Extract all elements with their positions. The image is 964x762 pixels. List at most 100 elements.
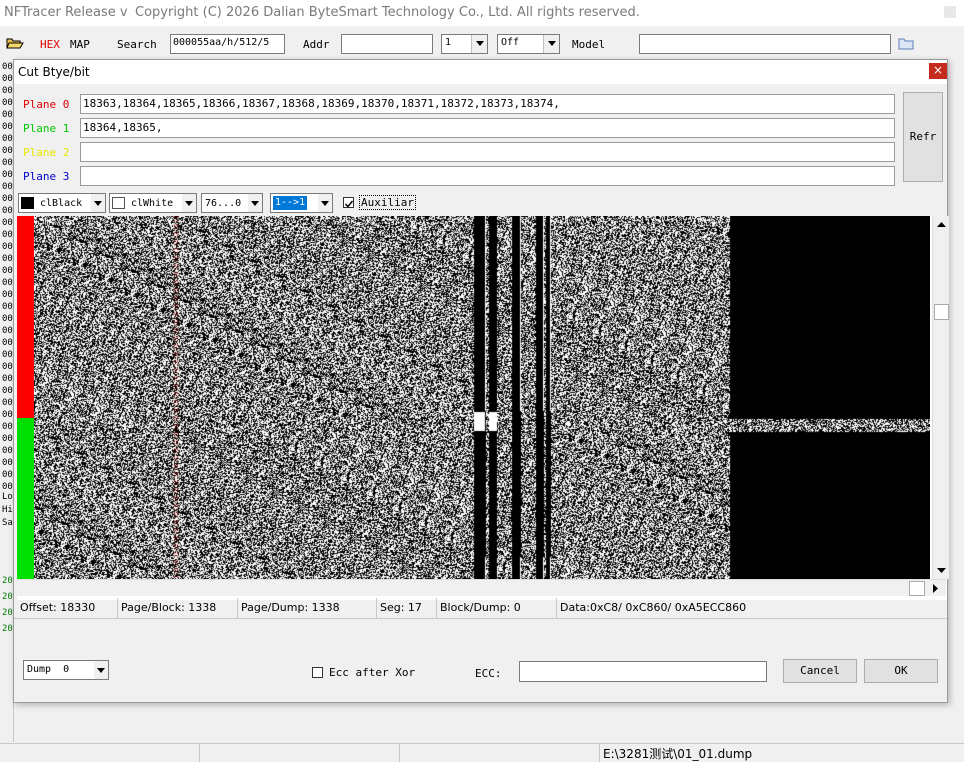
strip-row: 00 (2, 434, 13, 444)
strip-row: 00 (2, 254, 13, 264)
vertical-scrollbar[interactable] (932, 216, 949, 579)
fg-color-select[interactable]: clBlack (18, 193, 106, 213)
model-label: Model (572, 38, 606, 51)
auxiliar-checkbox[interactable] (343, 197, 354, 208)
count-select-value: 1 (445, 37, 452, 48)
strip-row: 00 (2, 314, 13, 324)
strip-row: 00 (2, 374, 13, 384)
strip-row: 00 (2, 458, 13, 468)
strip-row: 00 (2, 158, 13, 168)
dialog-close-button[interactable]: × (929, 63, 947, 79)
chevron-down-icon (94, 661, 108, 679)
strip-row: 20 (2, 624, 13, 634)
strip-row: 00 (2, 470, 13, 480)
strip-row: 00 (2, 302, 13, 312)
bg-color-select[interactable]: clWhite (109, 193, 197, 213)
strip-row: 00 (2, 482, 13, 492)
direction-select[interactable]: 1-->1 (270, 193, 333, 213)
cancel-button[interactable]: Cancel (783, 659, 857, 683)
fg-color-value: clBlack (40, 198, 83, 209)
plane-0-field[interactable]: 18363,18364,18365,18366,18367,18368,1836… (80, 94, 895, 114)
search-input[interactable]: 000055aa/h/512/5 (170, 34, 285, 54)
chevron-down-icon (91, 194, 105, 212)
strip-row: 00 (2, 422, 13, 432)
horizontal-scrollbar[interactable] (17, 579, 946, 596)
fg-color-swatch (21, 197, 34, 209)
map-button[interactable]: MAP (70, 38, 90, 51)
plane-0-label: Plane 0 (23, 98, 70, 111)
mode-select-value: Off (501, 37, 520, 48)
strip-row: Hi (2, 505, 13, 515)
strip-row: 00 (2, 386, 13, 396)
strip-row: 00 (2, 362, 13, 372)
app-title-bar: NFTracer Release v Copyright (C) 2026 Da… (0, 0, 964, 26)
auxiliar-label[interactable]: Auxiliar (359, 195, 416, 210)
scroll-right-icon[interactable] (929, 582, 942, 595)
strip-row: 00 (2, 230, 13, 240)
strip-row: 00 (2, 290, 13, 300)
ecc-after-xor-checkbox[interactable] (312, 667, 323, 678)
ok-button[interactable]: OK (864, 659, 938, 683)
folder-icon[interactable] (898, 37, 914, 50)
status-offset: Offset: 18330 (17, 598, 118, 618)
strip-row: 00 (2, 98, 13, 108)
background-list-strip: 00 00 00 00 00 00 00 00 00 00 00 00 00 00 00 00 00 00 00 00… (0, 60, 14, 742)
search-label: Search (117, 38, 157, 51)
status-block-dump: Block/Dump: 0 (437, 598, 557, 618)
strip-row: 00 (2, 62, 13, 72)
strip-row: 00 (2, 170, 13, 180)
strip-row: Sa (2, 518, 13, 528)
horizontal-scroll-thumb[interactable] (909, 581, 925, 596)
scroll-up-icon[interactable] (935, 218, 948, 231)
strip-row: Lo (2, 492, 13, 502)
refresh-button[interactable]: Refr (903, 92, 943, 182)
ecc-input[interactable] (519, 661, 767, 682)
plane-0-marker-bar (17, 216, 34, 418)
strip-row: 00 (2, 206, 13, 216)
hex-button[interactable]: HEX (40, 38, 60, 51)
bit-map-canvas[interactable] (34, 216, 930, 579)
addr-input[interactable] (341, 34, 433, 54)
open-folder-icon[interactable] (6, 36, 24, 50)
strip-row: 00 (2, 194, 13, 204)
strip-row: 20 (2, 608, 13, 618)
scroll-down-icon[interactable] (935, 564, 948, 577)
plane-1-marker-bar (17, 418, 34, 579)
strip-row: 00 (2, 242, 13, 252)
status-seg: Seg: 17 (377, 598, 437, 618)
strip-row: 00 (2, 350, 13, 360)
mode-select[interactable]: Off (497, 34, 560, 54)
chevron-down-icon (471, 35, 487, 53)
strip-row: 00 (2, 410, 13, 420)
count-select[interactable]: 1 (441, 34, 488, 54)
dump-select[interactable]: Dump 0 (23, 660, 109, 680)
status-panel-3 (400, 744, 600, 762)
dialog-title-bar: Cut Btye/bit × (14, 60, 947, 84)
bitmap-viewer[interactable] (17, 216, 949, 600)
strip-row: 00 (2, 110, 13, 120)
plane-1-label: Plane 1 (23, 122, 70, 135)
bit-range-select[interactable]: 76...0 (201, 193, 263, 213)
plane-3-label: Plane 3 (23, 170, 70, 183)
ecc-after-xor-label[interactable]: Ecc after Xor (329, 666, 415, 679)
strip-row: 00 (2, 86, 13, 96)
strip-row: 00 (2, 182, 13, 192)
strip-row: 00 (2, 278, 13, 288)
strip-row: 00 (2, 74, 13, 84)
window-close-icon[interactable] (944, 6, 956, 18)
plane-1-field[interactable]: 18364,18365, (80, 118, 895, 138)
status-divider (14, 618, 947, 619)
bg-color-value: clWhite (131, 198, 174, 209)
cut-byte-bit-dialog: Cut Btye/bit × Plane 0 18363,18364,18365… (13, 59, 949, 703)
addr-label: Addr (303, 38, 330, 51)
model-input[interactable] (639, 34, 891, 54)
vertical-scroll-thumb[interactable] (934, 304, 949, 320)
strip-row: 20 (2, 592, 13, 602)
status-file-path: E:\3281测试\01_01.dump (603, 747, 753, 761)
plane-3-field[interactable] (80, 166, 895, 186)
strip-row: 00 (2, 146, 13, 156)
app-copyright: Copyright (C) 2026 Dalian ByteSmart Tech… (135, 5, 640, 20)
main-toolbar: HEX MAP Search 000055aa/h/512/5 Addr 1 O… (0, 26, 964, 60)
plane-2-field[interactable] (80, 142, 895, 162)
status-data: Data:0xC8/ 0xC860/ 0xA5ECC860 (560, 601, 747, 614)
